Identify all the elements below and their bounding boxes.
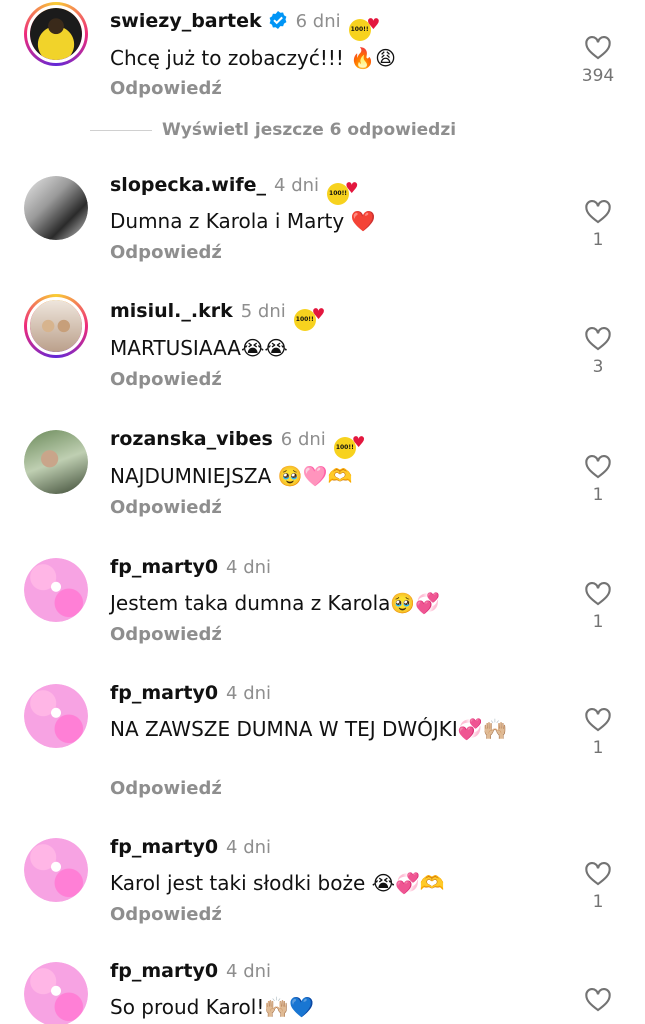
reply-button[interactable]: Odpowiedź [110,497,222,518]
reply-button[interactable]: Odpowiedź [110,242,222,263]
avatar[interactable] [24,684,88,748]
100-badge-icon: 100!! [348,19,371,41]
comment-time: 4 dni [274,175,320,196]
username[interactable]: misiul._.krk [110,300,233,322]
like-count: 1 [592,230,604,250]
comment-text: MARTUSIAAA😭😭 [110,336,288,360]
reply-button[interactable]: Odpowiedź [110,78,222,99]
heart-outline-icon [585,862,611,886]
username[interactable]: fp_marty0 [110,836,218,858]
like-button[interactable]: 3 [580,325,616,377]
reply-button[interactable]: Odpowiedź [110,369,222,390]
comment-time: 4 dni [226,837,272,858]
heart-outline-icon [585,455,611,479]
username[interactable]: slopecka.wife_ [110,174,266,196]
comment-header: fp_marty0 4 dni [110,682,271,704]
like-button[interactable]: 1 [580,860,616,912]
100-badge-icon: 100!! [327,183,350,205]
avatar[interactable] [24,294,88,358]
comment-header: fp_marty0 4 dni [110,836,271,858]
like-button[interactable]: 1 [580,706,616,758]
username[interactable]: fp_marty0 [110,682,218,704]
like-count: 1 [592,485,604,505]
view-more-label: Wyświetl jeszcze 6 odpowiedzi [162,120,457,140]
comment-time: 4 dni [226,557,272,578]
avatar[interactable] [24,176,88,240]
comment-header: fp_marty0 4 dni [110,556,271,578]
comment-text: Karol jest taki słodki boże 😭💞🫶 [110,871,445,895]
heart-outline-icon [585,327,611,351]
username[interactable]: swiezy_bartek [110,10,262,32]
avatar[interactable] [24,962,88,1024]
100-badge-icon: 100!! [293,309,316,331]
like-count: 1 [592,892,604,912]
comment-time: 5 dni [240,301,286,322]
heart-outline-icon [585,200,611,224]
comment-text: NAJDUMNIEJSZA 🥹🩷🫶 [110,464,353,488]
username[interactable]: fp_marty0 [110,556,218,578]
comment-time: 4 dni [226,961,272,982]
100-badge-icon: 100!! [333,437,356,459]
heart-outline-icon [585,988,611,1012]
avatar[interactable] [24,430,88,494]
comment-header: rozanska_vibes 6 dni 100!!♥ [110,428,365,459]
comment-time: 4 dni [226,683,272,704]
like-count: 394 [581,66,615,86]
verified-badge-icon [268,10,288,35]
comment-text: Chcę już to zobaczyć!!! 🔥😩 [110,46,396,70]
avatar[interactable] [24,2,88,66]
heart-outline-icon [585,36,611,60]
like-button[interactable]: 1 [580,580,616,632]
comment-text: NA ZAWSZE DUMNA W TEJ DWÓJKI💞🙌🏼 [110,717,508,741]
reply-button[interactable]: Odpowiedź [110,778,222,799]
username[interactable]: fp_marty0 [110,960,218,982]
comment-header: slopecka.wife_ 4 dni 100!!♥ [110,174,359,205]
comment-text: Dumna z Karola i Marty ❤️ [110,209,376,233]
like-button[interactable] [580,986,616,1012]
comment-header: misiul._.krk 5 dni 100!!♥ [110,300,325,331]
avatar[interactable] [24,558,88,622]
comment-text: So proud Karol!🙌🏼💙 [110,995,315,1019]
heart-outline-icon [585,582,611,606]
like-count: 1 [592,612,604,632]
username[interactable]: rozanska_vibes [110,428,273,450]
reply-button[interactable]: Odpowiedź [110,904,222,925]
like-count: 3 [592,357,604,377]
comment-text: Jestem taka dumna z Karola🥹💞 [110,591,441,615]
like-button[interactable]: 1 [580,198,616,250]
heart-outline-icon [585,708,611,732]
comment-time: 6 dni [280,429,326,450]
like-button[interactable]: 1 [580,453,616,505]
view-more-replies-button[interactable]: Wyświetl jeszcze 6 odpowiedzi [90,120,456,140]
comment-header: swiezy_bartek 6 dni 100!!♥ [110,10,380,41]
reply-button[interactable]: Odpowiedź [110,624,222,645]
like-button[interactable]: 394 [580,34,616,86]
avatar[interactable] [24,838,88,902]
comment-time: 6 dni [295,11,341,32]
divider [90,129,152,131]
like-count: 1 [592,738,604,758]
comment-header: fp_marty0 4 dni [110,960,271,982]
